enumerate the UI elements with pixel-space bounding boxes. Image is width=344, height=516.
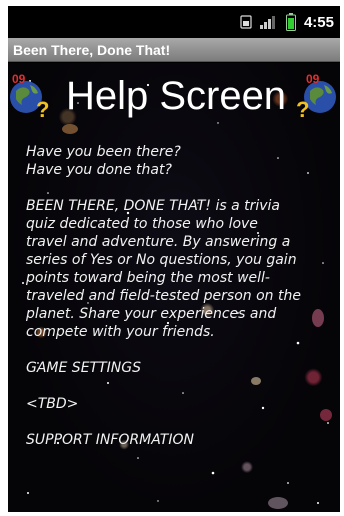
app-title: Been There, Done That! bbox=[13, 42, 171, 58]
svg-text:09: 09 bbox=[306, 73, 320, 86]
description-line: BEEN THERE, DONE THAT! is a trivia bbox=[26, 198, 280, 214]
status-time: 4:55 bbox=[303, 13, 334, 31]
help-content[interactable]: 09 ? Help Screen 09 ? Have you been ther… bbox=[8, 63, 340, 512]
intro-question-2: Have you done that? bbox=[26, 162, 172, 178]
description-line: quiz dedicated to those who love bbox=[26, 216, 258, 232]
battery-icon bbox=[285, 13, 296, 31]
sim-icon bbox=[240, 15, 252, 29]
app-title-bar: Been There, Done That! bbox=[8, 38, 340, 62]
status-bar: 4:55 bbox=[8, 6, 340, 38]
description-line: traveled and field-tested person on the bbox=[26, 288, 301, 304]
description-line: travel and adventure. By answering a bbox=[26, 234, 291, 250]
description-line: planet. Share your experiences and bbox=[26, 306, 277, 322]
phone-screen: 4:55 Been There, Done That! 09 ? Help Sc… bbox=[8, 6, 340, 512]
svg-text:?: ? bbox=[36, 97, 49, 121]
description-line: series of Yes or No questions, you gain bbox=[26, 252, 297, 268]
globe-question-icon: 09 ? bbox=[296, 72, 340, 122]
signal-icon bbox=[259, 15, 278, 29]
game-settings-body: <TBD> bbox=[26, 396, 79, 412]
description-line: compete with your friends. bbox=[26, 324, 215, 340]
intro-question-1: Have you been there? bbox=[26, 144, 181, 160]
page-title: Help Screen bbox=[65, 74, 287, 118]
support-information-heading: SUPPORT INFORMATION bbox=[26, 432, 194, 448]
help-text-block: Have you been there? Have you done that?… bbox=[26, 143, 326, 449]
globe-question-icon: 09 ? bbox=[8, 72, 52, 122]
svg-text:09: 09 bbox=[12, 73, 26, 86]
description-line: points toward being the most well- bbox=[26, 270, 270, 286]
description-paragraph: BEEN THERE, DONE THAT! is a trivia quiz … bbox=[26, 197, 326, 341]
help-header: 09 ? Help Screen 09 ? bbox=[8, 71, 340, 123]
svg-text:?: ? bbox=[296, 97, 309, 121]
game-settings-heading: GAME SETTINGS bbox=[26, 360, 141, 376]
